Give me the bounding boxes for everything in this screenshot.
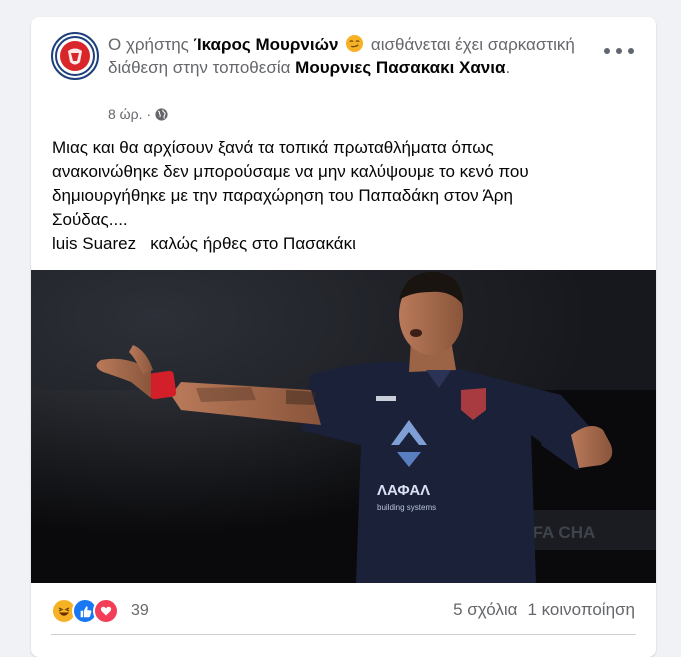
engagement-counts: 5 σχόλια 1 κοινοποίηση [453, 600, 635, 620]
post-text-line: Μιας και θα αρχίσουν ξανά τα τοπικά πρωτ… [52, 138, 494, 157]
header-prefix: Ο χρήστης [108, 35, 189, 54]
author-name[interactable]: Ίκαρος Μουρνιών [194, 35, 339, 54]
reaction-icons [51, 598, 119, 624]
globe-icon[interactable] [155, 107, 168, 121]
meta-separator: · [146, 106, 152, 122]
love-icon [93, 598, 119, 624]
reaction-count: 39 [131, 602, 149, 619]
post-card: Ο χρήστης Ίκαρος Μουρνιών αισθάνεται έχε… [31, 17, 656, 657]
photo-image: UEFA CHA ΛΑΦΑΛ building systems [31, 270, 656, 583]
post-photo[interactable]: UEFA CHA ΛΑΦΑΛ building systems [31, 270, 656, 583]
more-dot-icon [628, 48, 634, 54]
jersey-subtext: building systems [377, 503, 436, 512]
shares-count[interactable]: 1 κοινοποίηση [527, 600, 635, 620]
more-dot-icon [604, 48, 610, 54]
timestamp[interactable]: 8 ώρ. [108, 106, 142, 122]
more-options-button[interactable] [604, 45, 634, 57]
post-text-line: luis Suarez καλώς ήρθες στο Πασακάκι [52, 234, 356, 253]
smirk-emoji-icon [346, 34, 364, 53]
comments-count[interactable]: 5 σχόλια [453, 600, 517, 620]
avatar[interactable] [51, 32, 99, 80]
divider [51, 634, 636, 635]
post-text-line: δημιουργήθηκε με την παραχώρηση του Παπα… [52, 186, 513, 205]
post-text-line: Σούδας.... [52, 210, 128, 229]
more-dot-icon [616, 48, 622, 54]
post-text-line: ανακοινώθηκε δεν μπορούσαμε να μην καλύψ… [52, 162, 529, 181]
post-meta: 8 ώρ. · [108, 106, 168, 122]
avatar-logo-icon [55, 36, 95, 76]
post-text: Μιας και θα αρχίσουν ξανά τα τοπικά πρωτ… [52, 136, 642, 256]
jersey-text: ΛΑΦΑΛ [377, 482, 430, 499]
post-header: Ο χρήστης Ίκαρος Μουρνιών αισθάνεται έχε… [108, 33, 578, 79]
reactions-summary[interactable]: 39 [51, 598, 149, 624]
location-link[interactable]: Μουρνιες Πασακακι Χανια [295, 58, 505, 77]
header-suffix: . [505, 58, 511, 77]
